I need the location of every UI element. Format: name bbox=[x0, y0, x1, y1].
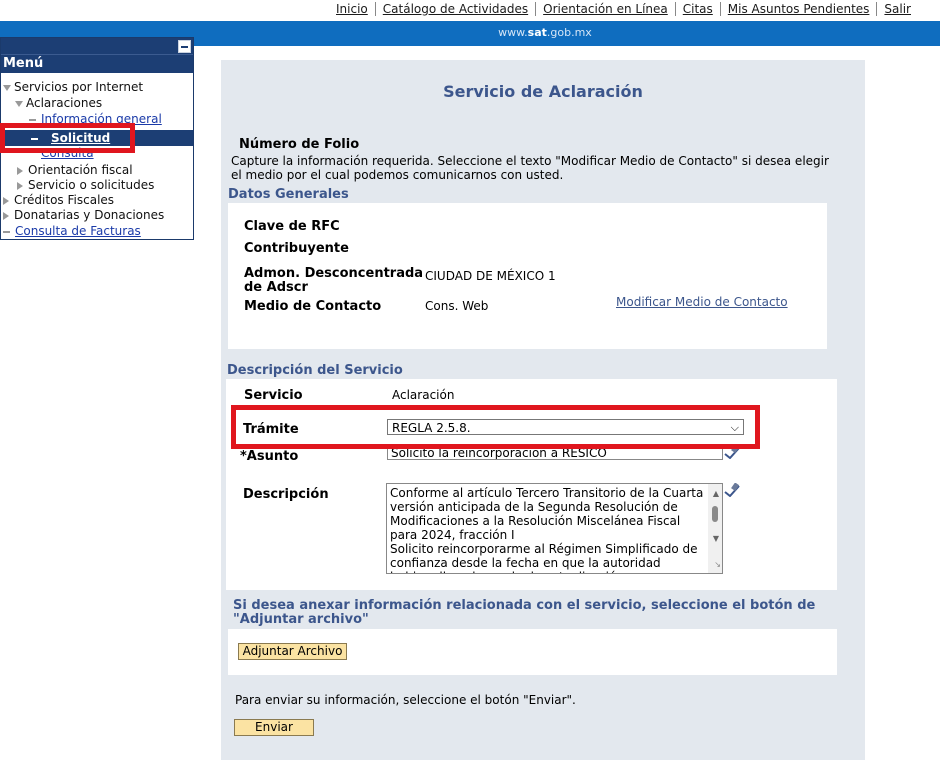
collapsed-arrow-icon bbox=[3, 196, 9, 205]
nav-citas-link[interactable]: Citas bbox=[674, 2, 720, 16]
menu-item-label: Servicio o solicitudes bbox=[28, 178, 155, 192]
nav-salir-link[interactable]: Salir bbox=[876, 2, 918, 16]
medio-contacto-label: Medio de Contacto bbox=[244, 299, 382, 314]
leaf-dash-icon bbox=[29, 118, 36, 121]
adjuntar-archivo-button[interactable]: Adjuntar Archivo bbox=[238, 643, 347, 660]
admon-value: CIUDAD DE MÉXICO 1 bbox=[425, 269, 556, 283]
servicio-label: Servicio bbox=[244, 388, 303, 403]
enviar-button[interactable]: Enviar bbox=[234, 719, 314, 736]
instructions-text: Capture la información requerida. Selecc… bbox=[231, 154, 829, 182]
menu-item-orientacion[interactable]: Orientación fiscal bbox=[17, 163, 133, 178]
menu-item-creditos[interactable]: Créditos Fiscales bbox=[3, 193, 114, 208]
nav-orientacion-link[interactable]: Orientación en Línea bbox=[535, 2, 675, 16]
brand-suffix: .gob.mx bbox=[546, 26, 592, 39]
medio-contacto-value: Cons. Web bbox=[425, 299, 489, 313]
menu-item-label: Servicios por Internet bbox=[14, 80, 144, 94]
brand-prefix: www. bbox=[498, 26, 528, 39]
menu-header-bar bbox=[1, 38, 193, 54]
menu-item-label: Donatarias y Donaciones bbox=[14, 208, 165, 222]
enviar-instructions: Para enviar su información, seleccione e… bbox=[235, 693, 576, 707]
menu-title: Menú bbox=[1, 54, 193, 73]
expanded-arrow-icon bbox=[3, 84, 11, 91]
nav-inicio-link[interactable]: Inicio bbox=[329, 2, 375, 16]
collapsed-arrow-icon bbox=[3, 211, 9, 220]
adjuntar-instructions: Si desea anexar información relacionada … bbox=[233, 598, 816, 627]
resize-grip-icon[interactable]: ↘ bbox=[714, 558, 721, 572]
modificar-medio-link[interactable]: Modificar Medio de Contacto bbox=[616, 295, 788, 309]
datos-generales-heading: Datos Generales bbox=[228, 187, 349, 202]
menu-item-servicios[interactable]: Servicios por Internet bbox=[3, 80, 143, 95]
brand-bold: sat bbox=[527, 26, 547, 39]
spellcheck-icon[interactable] bbox=[724, 483, 740, 497]
nav-catalogo-link[interactable]: Catálogo de Actividades bbox=[374, 2, 535, 16]
rfc-label: Clave de RFC bbox=[244, 219, 340, 234]
descripcion-label: Descripción bbox=[243, 487, 329, 502]
collapsed-arrow-icon bbox=[17, 181, 23, 190]
menu-item-label: Créditos Fiscales bbox=[14, 193, 115, 207]
asunto-label: *Asunto bbox=[240, 449, 299, 464]
descripcion-text: Conforme al artículo Tercero Transitorio… bbox=[390, 486, 704, 573]
top-navigation: Inicio Catálogo de Actividades Orientaci… bbox=[0, 0, 940, 20]
scroll-thumb[interactable] bbox=[712, 506, 718, 522]
menu-item-aclaraciones[interactable]: Aclaraciones bbox=[15, 96, 102, 111]
collapsed-arrow-icon bbox=[17, 166, 23, 175]
folio-label: Número de Folio bbox=[239, 137, 360, 152]
nav-pendientes-link[interactable]: Mis Asuntos Pendientes bbox=[719, 2, 877, 16]
descripcion-textarea[interactable]: Conforme al artículo Tercero Transitorio… bbox=[386, 483, 723, 574]
highlight-box-solicitud bbox=[0, 123, 135, 153]
page-title: Servicio de Aclaración bbox=[443, 82, 643, 101]
admon-label: Admon. Desconcentrada de Adscr bbox=[244, 266, 424, 295]
leaf-dash-icon bbox=[3, 230, 10, 233]
scroll-up-icon[interactable]: ▲ bbox=[713, 487, 719, 501]
menu-item-label: Orientación fiscal bbox=[28, 163, 133, 177]
menu-item-label: Aclaraciones bbox=[26, 96, 103, 110]
menu-item-donatarias[interactable]: Donatarias y Donaciones bbox=[3, 208, 164, 223]
descripcion-servicio-heading: Descripción del Servicio bbox=[227, 363, 403, 378]
minimize-icon[interactable] bbox=[178, 40, 191, 53]
top-links: Inicio Catálogo de Actividades Orientaci… bbox=[329, 2, 918, 16]
scroll-down-icon[interactable]: ▼ bbox=[713, 532, 719, 546]
contribuyente-label: Contribuyente bbox=[244, 241, 349, 256]
menu-item-label: Consulta de Facturas bbox=[15, 224, 141, 238]
menu-item-servicio-solicitudes[interactable]: Servicio o solicitudes bbox=[17, 178, 154, 193]
expanded-arrow-icon bbox=[15, 100, 23, 107]
servicio-value: Aclaración bbox=[392, 388, 455, 402]
menu-item-facturas[interactable]: Consulta de Facturas bbox=[3, 224, 141, 239]
highlight-box-tramite bbox=[231, 405, 760, 449]
